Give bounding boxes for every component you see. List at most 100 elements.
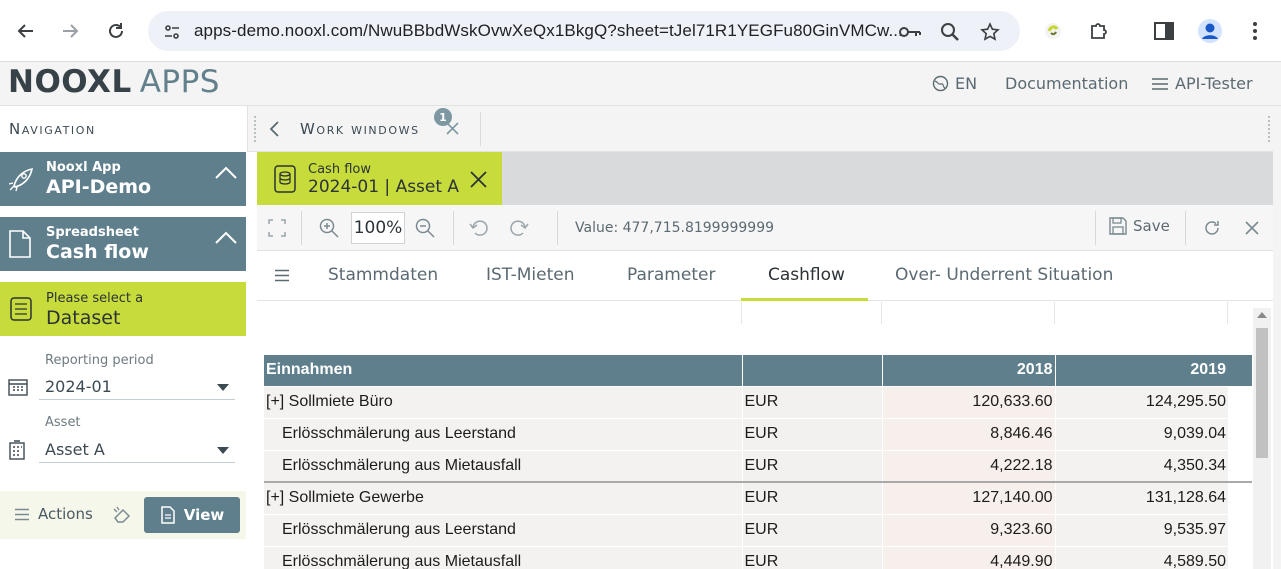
row-label-cell[interactable]: Erlösschmälerung aus Leerstand [264,514,742,547]
header-cell-unit[interactable] [741,355,882,387]
resize-handle[interactable] [1268,116,1271,142]
actions-menu[interactable]: Actions [14,505,93,523]
key-icon[interactable] [898,20,922,44]
header-cell-label[interactable]: Einnahmen [264,355,742,387]
row-2019-cell[interactable]: 9,535.97 [1054,514,1228,547]
row-2019-cell[interactable]: 124,295.50 [1054,386,1228,419]
row-label-cell[interactable]: [+] Sollmiete Gewerbe [264,481,742,515]
menu-dots-icon[interactable] [1240,16,1270,46]
view-button[interactable]: View [144,497,240,533]
nooxl-logo[interactable]: NOOXL APPS [8,64,220,100]
asset-select[interactable]: Asset A [39,437,235,463]
row-label-cell[interactable]: [+] Sollmiete Büro [264,386,742,419]
navigation-sidebar: Navigation Nooxl App API-Demo Spreadshee… [0,106,247,569]
column-divider [1227,302,1228,324]
chevron-down-icon[interactable] [217,447,229,454]
refresh-icon[interactable] [1200,216,1224,240]
chevron-down-icon[interactable] [217,384,229,391]
row-unit-cell[interactable]: EUR [741,450,882,483]
close-icon[interactable] [446,122,459,135]
dataset-card[interactable]: Please select a Dataset [0,282,246,336]
globe-icon [932,75,949,92]
header-cell-2018[interactable]: 2018 [881,355,1055,387]
rocket-icon [6,164,36,194]
language-selector[interactable]: EN [932,74,977,93]
redo-icon[interactable] [507,216,531,240]
work-window-tab-cashflow[interactable]: Cash flow 2024-01 | Asset A [257,152,502,205]
scroll-thumb[interactable] [1256,328,1268,458]
chevron-up-icon[interactable] [214,166,238,180]
tab-ist-mieten[interactable]: IST-Mieten [486,265,575,285]
undo-icon[interactable] [467,216,491,240]
close-icon[interactable] [470,171,487,188]
row-label-cell[interactable]: Erlösschmälerung aus Mietausfall [264,450,742,483]
close-icon[interactable] [1240,216,1264,240]
back-arrow-icon[interactable] [11,16,41,46]
api-tester-link[interactable]: API-Tester [1151,74,1253,93]
profile-icon[interactable] [1195,16,1225,46]
row-unit-cell[interactable]: EUR [741,386,882,419]
reload-icon[interactable] [101,16,131,46]
header-cell-2019[interactable]: 2019 [1054,355,1228,387]
save-icon [1109,217,1127,235]
row-2018-cell[interactable]: 8,846.46 [881,418,1055,451]
site-info-icon[interactable] [160,20,184,44]
row-unit-cell[interactable]: EUR [741,514,882,547]
row-label-cell[interactable]: Erlösschmälerung aus Mietausfall [264,546,742,569]
app-card[interactable]: Nooxl App API-Demo [0,152,246,206]
row-2018-cell[interactable]: 127,140.00 [881,481,1055,515]
tab-parameter[interactable]: Parameter [627,265,715,285]
hamburger-icon[interactable] [274,269,290,282]
reporting-period-select[interactable]: 2024-01 [39,374,235,400]
row-2019-cell[interactable]: 4,589.50 [1054,546,1228,569]
row-2018-cell[interactable]: 4,449.90 [881,546,1055,569]
row-spacer-cell [1228,546,1252,569]
table-header-row: Einnahmen 2018 2019 [264,355,1252,387]
language-label: EN [955,74,978,93]
puzzle-icon[interactable] [1084,16,1114,46]
row-2019-cell[interactable]: 9,039.04 [1054,418,1228,451]
spreadsheet-grid[interactable]: Einnahmen 2018 2019 [+] Sollmiete Büro EU… [257,302,1273,569]
row-unit-cell[interactable]: EUR [741,546,882,569]
app-header: NOOXL APPS EN Documentation API-Tester [0,62,1281,106]
sidepanel-icon[interactable] [1149,16,1179,46]
tab-cashflow[interactable]: Cashflow [768,265,845,285]
row-unit-cell[interactable]: EUR [741,418,882,451]
extension-icon[interactable] [1038,16,1068,46]
star-icon[interactable] [978,20,1002,44]
address-bar[interactable]: apps-demo.nooxl.com/NwuBBbdWskOvwXeQx1Bk… [148,11,1020,51]
chevron-left-icon[interactable] [268,120,280,138]
header-cell-spacer [1228,355,1252,387]
navigation-title: Navigation [9,120,96,138]
tab-stammdaten[interactable]: Stammdaten [328,265,438,285]
vertical-scrollbar[interactable] [1253,308,1271,569]
row-label-cell[interactable]: Erlösschmälerung aus Leerstand [264,418,742,451]
fullscreen-icon[interactable] [265,216,289,240]
forward-arrow-icon[interactable] [55,16,85,46]
cell-value-display: Value: 477,715.8199999999 [575,220,775,236]
resize-handle[interactable] [254,116,257,142]
zoom-icon[interactable] [938,20,962,44]
row-2018-cell[interactable]: 9,323.60 [881,514,1055,547]
row-2018-cell[interactable]: 4,222.18 [881,450,1055,483]
dataset-card-big: Dataset [46,307,121,329]
chevron-up-icon[interactable] [214,231,238,245]
scroll-up-arrow-icon[interactable] [1257,312,1267,318]
documentation-link[interactable]: Documentation [1005,74,1128,93]
save-button[interactable]: Save [1109,217,1170,235]
row-2019-cell[interactable]: 4,350.34 [1054,450,1228,483]
row-2018-cell[interactable]: 120,633.60 [881,386,1055,419]
row-unit-cell[interactable]: EUR [741,481,882,515]
column-divider [881,302,882,324]
divider [301,211,302,245]
eraser-icon[interactable] [112,505,132,525]
tab-over-underrent[interactable]: Over- Underrent Situation [895,265,1113,285]
row-2019-cell[interactable]: 131,128.64 [1054,481,1228,515]
zoom-in-icon[interactable] [317,216,341,240]
zoom-level-input[interactable]: 100% [351,212,405,244]
url-text[interactable]: apps-demo.nooxl.com/NwuBBbdWskOvwXeQx1Bk… [194,21,903,41]
zoom-out-icon[interactable] [413,216,437,240]
spreadsheet-card[interactable]: Spreadsheet Cash flow [0,217,246,271]
divider [1095,211,1096,245]
table-row: Erlösschmälerung aus Leerstand EUR 8,846.4… [264,418,1252,451]
